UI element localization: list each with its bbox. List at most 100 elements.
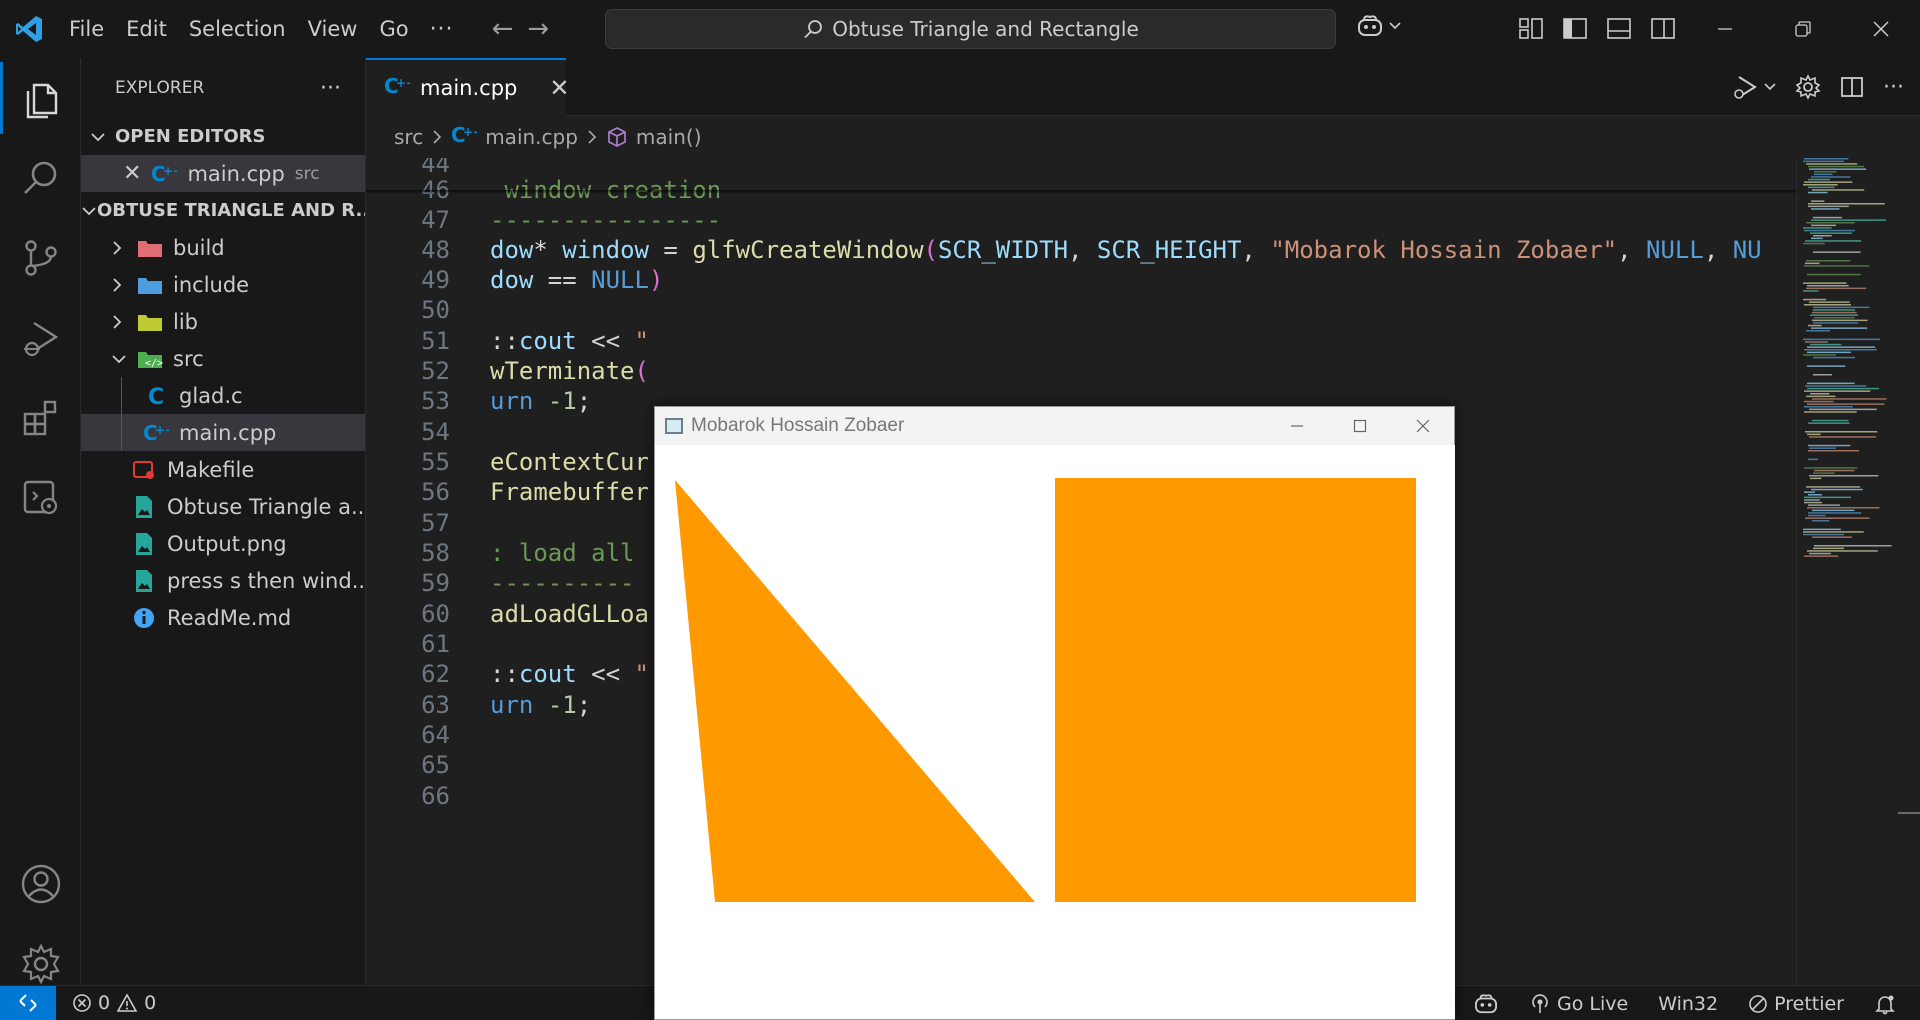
customize-layout-icon[interactable] (1518, 16, 1544, 40)
project-section[interactable]: OBTUSE TRIANGLE AND R... (81, 192, 365, 229)
tree-item[interactable]: Output.png (81, 525, 365, 562)
minimap-line (1813, 374, 1832, 376)
minimap-line (1809, 301, 1850, 303)
tree-item[interactable]: press s then wind... (81, 562, 365, 599)
minimap-line (1808, 504, 1840, 506)
indent-guide (121, 377, 122, 414)
tree-item[interactable]: Cglad.c (81, 377, 365, 414)
prettier-button[interactable]: Prettier (1748, 993, 1844, 1015)
glfw-maximize-button[interactable] (1328, 407, 1391, 445)
minimap-line (1804, 265, 1870, 267)
tree-item[interactable]: lib (81, 303, 365, 340)
close-icon[interactable]: ✕ (123, 161, 141, 186)
minimap-line (1804, 496, 1851, 499)
tree-item[interactable]: include (81, 266, 365, 303)
minimap-line (1812, 189, 1865, 191)
minimap-line (1814, 545, 1892, 547)
run-code-button[interactable] (1731, 74, 1777, 100)
go-live-button[interactable]: Go Live (1529, 993, 1628, 1015)
minimap-line (1806, 395, 1836, 398)
tab-main-cpp[interactable]: C++ main.cpp ✕ (366, 58, 569, 116)
activity-extensions[interactable] (0, 382, 81, 454)
activity-explorer[interactable] (0, 62, 81, 134)
menu-more-button[interactable]: ··· (420, 17, 464, 42)
open-editors-section[interactable]: OPEN EDITORS (81, 118, 365, 155)
render-canvas (655, 445, 1455, 1019)
explorer-more-button[interactable]: ··· (320, 76, 341, 101)
minimap-line (1808, 203, 1885, 205)
activity-accounts[interactable] (0, 848, 81, 920)
notifications-bell-icon[interactable] (1874, 993, 1896, 1015)
code-token: :: (490, 660, 519, 688)
code-token: NULL (1646, 236, 1704, 264)
open-editor-dir: src (294, 163, 320, 184)
minimap-line (1804, 555, 1839, 557)
breadcrumb-folder[interactable]: src (394, 125, 423, 149)
minimap-line (1807, 403, 1885, 405)
open-editor-item[interactable]: ✕ C++ main.cpp src (81, 155, 365, 192)
activity-remote-explorer[interactable] (0, 462, 81, 534)
command-center-search[interactable]: Obtuse Triangle and Rectangle (605, 9, 1336, 49)
code-token: cout (518, 660, 577, 688)
platform-selector[interactable]: Win32 (1658, 993, 1718, 1015)
menu-file[interactable]: File (58, 17, 115, 41)
menu-bar: File Edit Selection View Go ··· (58, 17, 464, 42)
minimap-line (1809, 168, 1867, 170)
gear-icon (21, 943, 60, 985)
glfw-window-titlebar[interactable]: Mobarok Hossain Zobaer (655, 407, 1454, 445)
editor-more-button[interactable]: ··· (1883, 75, 1904, 100)
svg-text:++: ++ (396, 76, 410, 90)
warning-count: 0 (144, 992, 157, 1014)
minimap-line (1810, 232, 1852, 234)
tab-close-button[interactable]: ✕ (549, 74, 569, 102)
minimap-line (1812, 509, 1855, 512)
minimap-line (1807, 365, 1846, 367)
split-editor-icon[interactable] (1839, 74, 1865, 100)
vertical-scrollbar-marker[interactable] (1898, 812, 1920, 814)
menu-view[interactable]: View (297, 17, 369, 41)
tree-item[interactable]: </> src (81, 340, 365, 377)
source-control-icon (24, 240, 57, 276)
breadcrumb-file[interactable]: main.cpp (485, 125, 578, 149)
activity-search[interactable] (0, 142, 81, 214)
gear-icon[interactable] (1795, 74, 1821, 100)
glfw-minimize-button[interactable] (1265, 407, 1328, 445)
breadcrumb-symbol[interactable]: main() (636, 125, 702, 149)
menu-edit[interactable]: Edit (115, 17, 178, 41)
minimap-line (1808, 165, 1865, 168)
minimap-line (1811, 224, 1837, 227)
close-window-button[interactable] (1842, 0, 1920, 58)
minimap-line (1814, 469, 1855, 472)
problems-button[interactable]: 0 0 (72, 992, 156, 1014)
back-arrow-icon[interactable]: ← (492, 14, 514, 44)
forward-arrow-icon[interactable]: → (527, 14, 549, 44)
minimap-line (1803, 528, 1841, 531)
toggle-secondary-sidebar-icon[interactable] (1650, 16, 1676, 40)
remote-indicator-button[interactable] (0, 985, 56, 1020)
code-token: << (576, 660, 635, 688)
code-token: wTerminate (490, 357, 635, 385)
menu-selection[interactable]: Selection (178, 17, 297, 41)
tree-item[interactable]: Obtuse Triangle a... (81, 488, 365, 525)
glfw-output-window[interactable]: Mobarok Hossain Zobaer (654, 406, 1455, 1020)
minimap[interactable] (1796, 158, 1896, 985)
copilot-menu-button[interactable] (1356, 14, 1402, 38)
toggle-primary-sidebar-icon[interactable] (1562, 16, 1588, 40)
minimap-line (1803, 242, 1825, 245)
minimize-button[interactable] (1686, 0, 1764, 58)
tree-item[interactable]: ReadMe.md (81, 599, 365, 636)
menu-go[interactable]: Go (368, 17, 419, 41)
tree-item[interactable]: C++ main.cpp (81, 414, 365, 451)
tree-item[interactable]: build (81, 229, 365, 266)
minimap-line (1803, 184, 1838, 186)
copilot-icon[interactable] (1473, 993, 1499, 1015)
activity-source-control[interactable] (0, 222, 81, 294)
toggle-panel-icon[interactable] (1606, 16, 1632, 40)
tree-item[interactable]: Makefile (81, 451, 365, 488)
restore-button[interactable] (1764, 0, 1842, 58)
activity-run-debug[interactable] (0, 302, 81, 374)
minimap-line (1805, 517, 1870, 519)
chevron-right-icon (111, 240, 131, 256)
glfw-close-button[interactable] (1391, 407, 1454, 445)
minimap-line (1803, 338, 1881, 341)
